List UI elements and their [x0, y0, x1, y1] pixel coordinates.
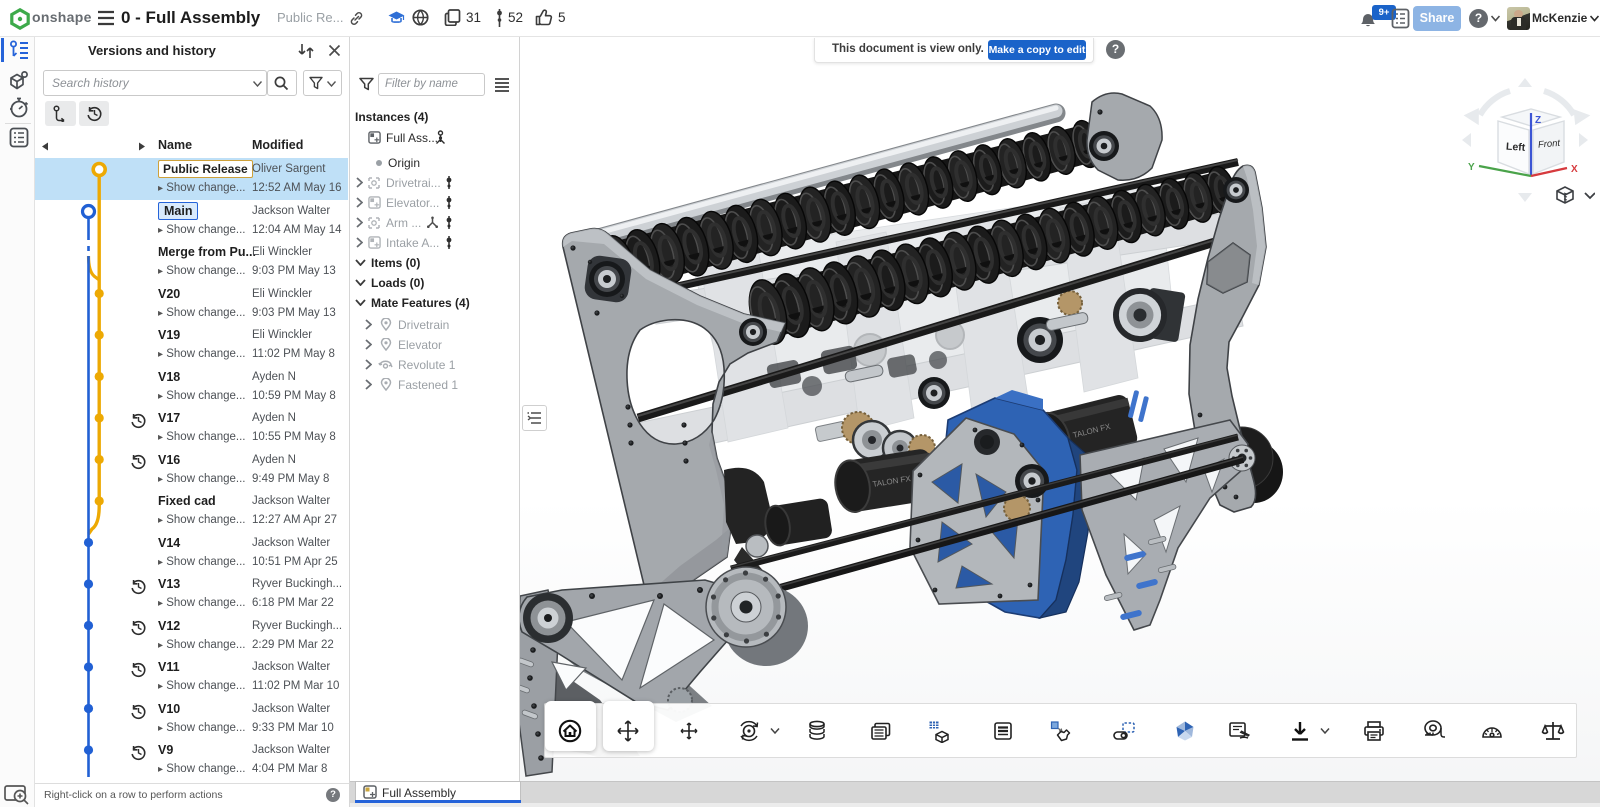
svg-text:X: X: [1571, 164, 1578, 175]
svg-text:Z: Z: [1535, 115, 1541, 126]
svg-text:Left: Left: [1506, 141, 1527, 154]
svg-text:Y: Y: [1468, 162, 1475, 173]
svg-text:Front: Front: [1538, 138, 1561, 151]
